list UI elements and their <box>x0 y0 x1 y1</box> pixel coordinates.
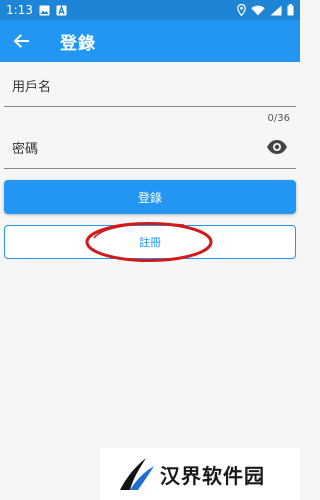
register-button-label: 註冊 <box>139 236 161 249</box>
signal-icon <box>270 5 282 15</box>
image-icon <box>39 5 50 15</box>
brand-logo-icon <box>120 458 154 490</box>
status-right <box>237 4 294 16</box>
back-button[interactable] <box>0 20 42 62</box>
status-left: 1:13 <box>6 3 67 17</box>
username-label: 用戶名 <box>12 80 52 95</box>
battery-icon <box>287 4 294 16</box>
status-bar: 1:13 <box>0 0 300 20</box>
eye-icon[interactable] <box>266 139 288 155</box>
password-label: 密碼 <box>12 142 39 157</box>
username-field[interactable]: 用戶名 <box>4 62 296 108</box>
watermark: 汉界软件园 <box>100 448 300 500</box>
page-title: 登錄 <box>60 33 96 54</box>
app-bar: 登錄 <box>0 20 300 62</box>
arrow-left-icon <box>13 34 29 48</box>
status-time: 1:13 <box>6 3 33 17</box>
username-underline <box>4 106 296 107</box>
username-counter: 0/36 <box>267 113 290 124</box>
password-field[interactable]: 密碼 <box>4 124 296 170</box>
location-icon <box>237 4 246 16</box>
register-button[interactable]: 註冊 <box>4 225 296 259</box>
login-button[interactable]: 登錄 <box>4 180 296 214</box>
watermark-text: 汉界软件园 <box>160 463 265 488</box>
a-letter-icon <box>56 4 67 15</box>
wifi-icon <box>251 5 265 15</box>
password-underline <box>4 168 296 169</box>
